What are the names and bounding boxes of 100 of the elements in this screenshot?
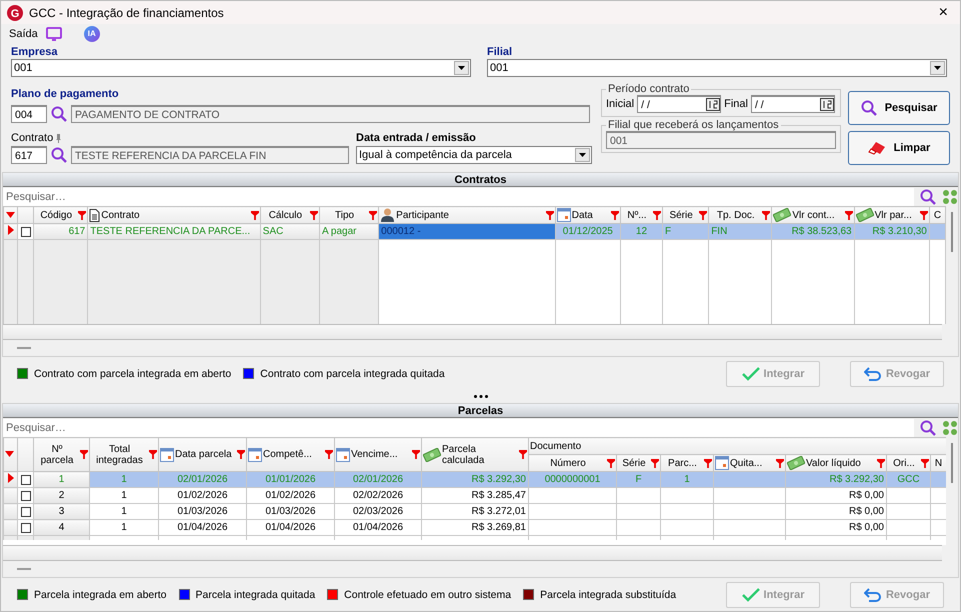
search-icon[interactable]: [51, 147, 67, 164]
column-header[interactable]: Parc...: [660, 454, 714, 472]
checkbox[interactable]: [20, 490, 30, 501]
vertical-scrollbar[interactable]: [946, 437, 958, 546]
grip-line[interactable]: [17, 347, 31, 350]
calendar-button-icon[interactable]: [820, 98, 834, 112]
filter-icon[interactable]: [607, 458, 615, 468]
column-header[interactable]: Data: [555, 206, 620, 224]
filter-icon[interactable]: [610, 210, 619, 220]
legend-label: Parcela integrada em aberto: [34, 588, 166, 601]
column-header[interactable]: Data parcela: [158, 438, 246, 472]
column-header[interactable]: Código: [34, 206, 88, 224]
column-header[interactable]: Competê...: [246, 438, 334, 472]
input-field[interactable]: 004: [11, 105, 47, 124]
table-cell: SAC: [260, 224, 320, 240]
filter-icon[interactable]: [762, 210, 770, 220]
table-cell: 02/01/2026: [334, 472, 422, 488]
column-header[interactable]: Série: [662, 206, 709, 224]
date-field[interactable]: / /: [750, 95, 835, 114]
date-field[interactable]: / /: [637, 95, 722, 114]
table-cell: 12: [620, 224, 663, 240]
column-header[interactable]: Nº...: [620, 206, 663, 224]
column-header[interactable]: Vencime...: [334, 438, 422, 472]
grip-line[interactable]: [17, 568, 31, 570]
filter-icon[interactable]: [80, 450, 88, 460]
checkbox[interactable]: [20, 522, 30, 533]
search-icon[interactable]: [920, 188, 936, 205]
column-header[interactable]: Número: [528, 454, 616, 472]
filter-icon[interactable]: [921, 458, 929, 468]
checkbox[interactable]: [20, 474, 30, 485]
checkbox[interactable]: [20, 506, 30, 517]
column-header[interactable]: Vlr cont...: [772, 206, 854, 224]
filter-icon[interactable]: [653, 210, 662, 220]
expand-icon[interactable]: [942, 420, 958, 436]
date-mode-select[interactable]: Igual à competência da parcela: [356, 146, 592, 164]
legend-label: Contrato com parcela integrada em aberto: [34, 368, 232, 380]
person-icon: [380, 208, 396, 222]
expand-icon[interactable]: [942, 188, 958, 205]
filter-icon[interactable]: [412, 450, 420, 460]
filter-icon[interactable]: [877, 458, 885, 468]
table-cell: F: [662, 224, 709, 240]
column-header[interactable]: Cálculo: [260, 206, 320, 224]
column-header[interactable]: Ori...: [886, 454, 930, 472]
table-cell: 000012 -: [378, 224, 556, 240]
column-header[interactable]: Série: [616, 454, 660, 472]
branch-select[interactable]: 001: [487, 59, 947, 78]
company-select[interactable]: 001: [11, 59, 471, 78]
filter-icon[interactable]: [325, 450, 333, 460]
search-icon[interactable]: [51, 106, 67, 122]
search-icon[interactable]: [860, 100, 877, 116]
table-cell: 01/12/2025: [555, 224, 620, 240]
calendar-icon: [248, 448, 262, 462]
table-cell: R$ 0,00: [786, 504, 886, 520]
table-cell: A pagar: [319, 224, 379, 240]
sort-menu-icon[interactable]: [6, 212, 15, 218]
filter-icon[interactable]: [844, 210, 853, 220]
filter-icon[interactable]: [776, 458, 784, 468]
table-cell: 1: [34, 472, 90, 488]
column-header[interactable]: Contrato: [88, 206, 260, 224]
column-header[interactable]: Nº parcela: [34, 438, 90, 472]
filter-icon[interactable]: [651, 458, 659, 468]
table-cell: 01/01/2026: [246, 472, 334, 488]
column-header[interactable]: Tp. Doc.: [708, 206, 772, 224]
column-header[interactable]: Quita...: [714, 454, 786, 472]
splitter-grip-icon[interactable]: [474, 395, 488, 398]
filter-icon[interactable]: [369, 210, 378, 220]
column-header[interactable]: Parcela calculada: [422, 438, 528, 472]
filter-icon[interactable]: [519, 450, 527, 460]
filter-icon[interactable]: [310, 210, 318, 220]
column-header[interactable]: Total integradas: [90, 438, 158, 472]
filter-icon[interactable]: [546, 210, 554, 220]
form-button[interactable]: Limpar: [848, 131, 950, 166]
column-header[interactable]: Valor líquido: [786, 454, 886, 472]
column-header[interactable]: Vlr par...: [854, 206, 930, 224]
filter-icon[interactable]: [78, 210, 86, 220]
ia-badge[interactable]: IA: [84, 26, 100, 42]
close-button[interactable]: ×: [932, 4, 954, 22]
field-label: Inicial: [606, 97, 634, 112]
filter-icon[interactable]: [237, 450, 245, 460]
filter-icon[interactable]: [699, 210, 708, 220]
checkbox[interactable]: [20, 226, 31, 237]
monitor-icon[interactable]: [46, 26, 62, 41]
window-title: GCC - Integração de financiamentos: [29, 6, 225, 20]
column-header[interactable]: Participante: [378, 206, 556, 224]
calendar-button-icon[interactable]: [706, 98, 720, 112]
vertical-scrollbar[interactable]: [946, 206, 958, 324]
sort-menu-icon[interactable]: [5, 451, 14, 458]
column-header[interactable]: Tipo: [319, 206, 379, 224]
filter-icon[interactable]: [704, 458, 712, 468]
search-icon[interactable]: [920, 420, 936, 436]
filter-icon[interactable]: [920, 210, 928, 220]
input-field[interactable]: 617: [11, 146, 47, 164]
column-header[interactable]: C: [929, 206, 946, 224]
form-button[interactable]: Pesquisar: [848, 91, 950, 126]
table-cell: 01/04/2026: [158, 520, 246, 536]
table-cell: 617: [34, 224, 88, 240]
filter-icon[interactable]: [250, 210, 259, 220]
filter-icon[interactable]: [149, 450, 157, 460]
table-cell: 01/04/2026: [246, 520, 334, 536]
field-label: Plano de pagamento: [11, 87, 120, 102]
